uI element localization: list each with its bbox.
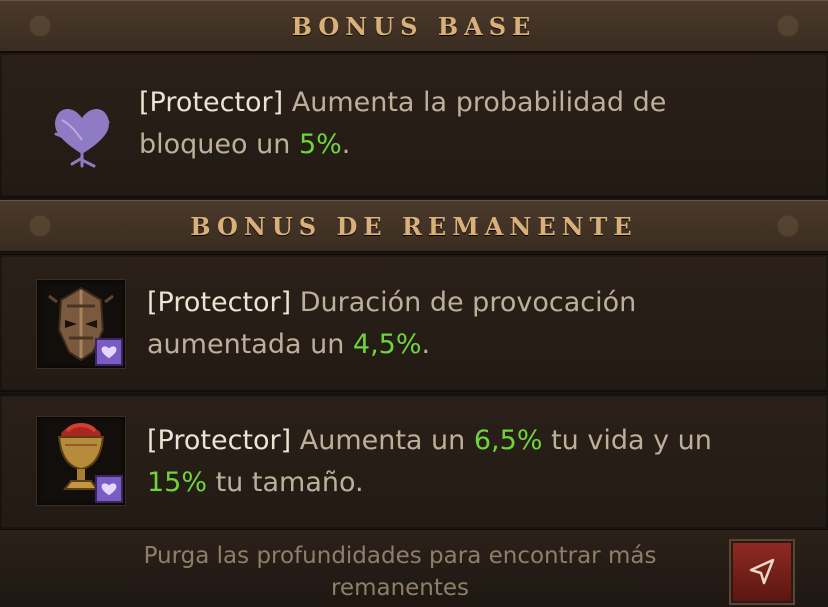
map-pointer-button[interactable]: [731, 541, 793, 603]
remnant-badge: [95, 338, 123, 366]
remnant-item-value: 4,5%: [352, 329, 422, 360]
heart-branch-icon: [42, 92, 122, 172]
remnant-item-desc-mid: tu vida y un: [542, 425, 712, 456]
remnant-item-text: [Protector] Aumenta un 6,5% tu vida y un…: [147, 420, 767, 504]
remnant-item-end: .: [421, 329, 431, 360]
section-header-base: BONUS BASE: [0, 0, 828, 52]
remnant-item-slot[interactable]: [36, 279, 126, 369]
base-bonus-value: 5%: [298, 129, 342, 160]
section-title-base: BONUS BASE: [291, 11, 537, 41]
heart-icon: [101, 346, 117, 359]
bonus-panel: BONUS BASE [Protector] Aumenta la probab…: [0, 0, 828, 607]
section-title-remnant: BONUS DE REMANENTE: [190, 211, 638, 241]
footer-hint: Purga las profundidades para encontrar m…: [143, 543, 657, 601]
remnant-item-desc: Aumenta un: [291, 425, 474, 456]
remnant-item-value: 6,5%: [473, 425, 543, 456]
remnant-item-text: [Protector] Duración de provocación aume…: [147, 282, 747, 366]
remnant-item-tag: [Protector]: [147, 425, 292, 456]
remnant-item-end: tu tamaño.: [207, 467, 364, 498]
section-header-remnant: BONUS DE REMANENTE: [0, 200, 828, 252]
base-bonus-end: .: [341, 129, 351, 160]
remnant-item-value-2: 15%: [147, 467, 208, 498]
remnant-item-slot[interactable]: [36, 416, 126, 506]
base-bonus-tag: [Protector]: [139, 87, 284, 118]
heart-icon: [101, 483, 117, 496]
base-bonus-text: [Protector] Aumenta la probabilidad de b…: [139, 82, 779, 166]
map-pointer-icon: [749, 558, 775, 585]
remnant-item-tag: [Protector]: [147, 287, 292, 318]
remnant-badge: [95, 475, 123, 503]
